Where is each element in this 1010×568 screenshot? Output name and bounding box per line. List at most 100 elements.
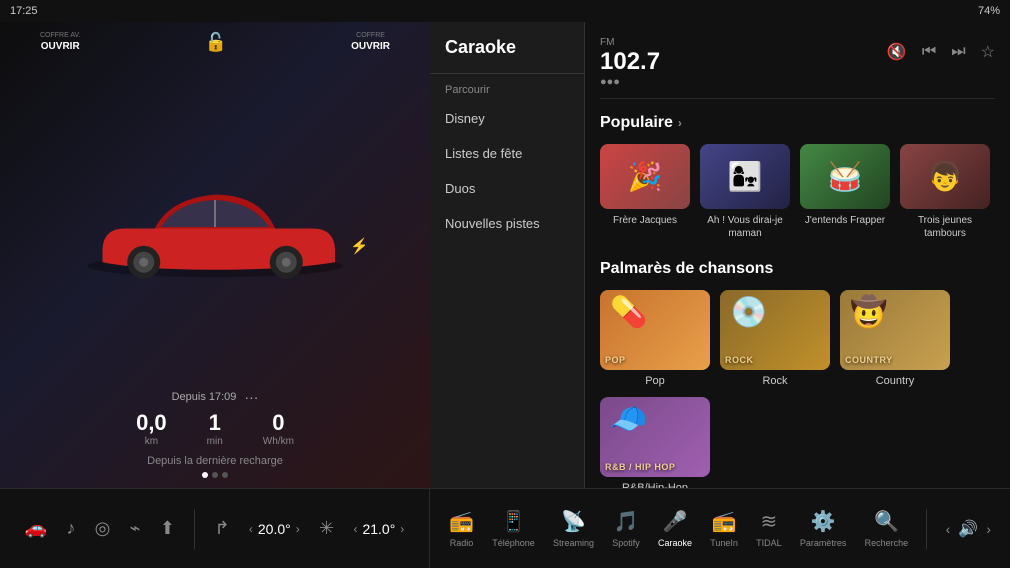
trunk-rear-label[interactable]: COFFRE OUVRIR (351, 32, 390, 53)
volume-controls: ‹ 🔊 › (946, 519, 991, 539)
thumb-img-4: 👦 (900, 144, 990, 209)
nav-parametres-label: Paramètres (800, 538, 847, 548)
nav-tidal[interactable]: ≋ TIDAL (756, 509, 782, 548)
vol-up-button[interactable]: › (986, 521, 991, 537)
depuis-label: Depuis 17:09 ··· (10, 389, 420, 405)
thumb-vous-dirai[interactable]: 👩‍👧 Ah ! Vous dirai-je maman (700, 144, 790, 240)
phone-mirror-button[interactable]: ⬆ (160, 518, 175, 539)
mute-button[interactable]: 🔇 (887, 42, 907, 62)
nav-telephone[interactable]: 📱 Téléphone (492, 509, 535, 548)
nav-spotify[interactable]: 🎵 Spotify (612, 509, 640, 548)
bottom-bar: 🚗 ♪ ◎ ⌁ ⬆ ↱ ‹ 20.0° › ✳ ‹ 21.0° (0, 488, 1010, 568)
genre-rnb[interactable]: 🧢 R&B / HIP HOP R&B/Hip-Hop (600, 397, 710, 488)
thumb-label-1: Frère Jacques (613, 214, 677, 227)
fm-header: FM 102.7 ●●● 🔇 ⏮ ⏭ ☆ (600, 37, 995, 99)
music-nav-button[interactable]: ♪ (66, 518, 75, 539)
temp-left-value: 20.0° (258, 521, 291, 537)
next-button[interactable]: ⏭ (951, 43, 965, 61)
genre-overlay-rnb: R&B / HIP HOP (605, 462, 675, 472)
favorite-button[interactable]: ☆ (981, 42, 995, 62)
thumb-img-1: 🎉 (600, 144, 690, 209)
wiper-button[interactable]: ⌁ (130, 518, 141, 539)
populaire-title: Populaire › (600, 114, 995, 132)
divider-2 (926, 509, 927, 549)
main-content: COFFRE AV. OUVRIR 🔓 COFFRE OUVRIR (0, 22, 1010, 488)
streaming-icon: 📡 (561, 509, 586, 534)
genre-overlay-rock: ROCK (725, 355, 754, 365)
genre-name-rock: Rock (720, 375, 830, 387)
car-nav-button[interactable]: 🚗 (25, 518, 47, 539)
nav-karaoke[interactable]: 🎤 Caraoke (658, 509, 692, 548)
fm-badge: FM (600, 37, 660, 48)
fm-frequency: 102.7 (600, 48, 660, 76)
progress-dot-2 (212, 472, 218, 478)
sidebar-item-fete[interactable]: Listes de fête (430, 136, 584, 171)
stat-km: 0,0 km (136, 410, 167, 447)
fan-icon[interactable]: ✳ (319, 518, 334, 539)
trunk-front-label[interactable]: COFFRE AV. OUVRIR (40, 32, 80, 53)
genre-rock[interactable]: 💿 ROCK Rock (720, 290, 830, 387)
temp-degree-right: ° (390, 521, 396, 537)
fm-signal: ●●● (600, 76, 660, 88)
palmares-title: Palmarès de chansons (600, 260, 995, 278)
battery-display: 74% (978, 5, 1000, 17)
nav-recherche-label: Recherche (865, 538, 909, 548)
nav-parametres[interactable]: ⚙️ Paramètres (800, 509, 847, 548)
stat-km-unit: km (145, 436, 158, 447)
nav-recherche[interactable]: 🔍 Recherche (865, 509, 909, 548)
stat-min: 1 min (207, 410, 223, 447)
fm-info: FM 102.7 ●●● (600, 37, 660, 88)
location-nav-button[interactable]: ◎ (95, 518, 111, 539)
location-icon: ◎ (95, 518, 111, 539)
thumb-silhouette-1: 🎉 (600, 144, 690, 209)
nav-karaoke-label: Caraoke (658, 538, 692, 548)
nav-streaming[interactable]: 📡 Streaming (553, 509, 594, 548)
sidebar-item-disney[interactable]: Disney (430, 101, 584, 136)
car-svg: ⚡ (65, 146, 365, 296)
temp-left-display: ‹ 20.0° › (249, 521, 300, 537)
stat-wh: 0 Wh/km (263, 410, 294, 447)
nav-tidal-label: TIDAL (756, 538, 782, 548)
car-icon: 🚗 (25, 518, 47, 539)
genre-img-pop: 💊 POP (600, 290, 710, 370)
rock-icon: 💿 (730, 295, 767, 330)
nav-tunein[interactable]: 📻 TuneIn (710, 509, 738, 548)
nav-streaming-label: Streaming (553, 538, 594, 548)
thumb-silhouette-2: 👩‍👧 (700, 144, 790, 209)
sidebar-item-duos[interactable]: Duos (430, 171, 584, 206)
nav-radio[interactable]: 📻 Radio (449, 509, 474, 548)
left-arrow[interactable]: ‹ (249, 522, 253, 536)
car-display: ⚡ (10, 53, 420, 389)
recharge-label: Depuis la dernière recharge (10, 455, 420, 467)
left-panel: COFFRE AV. OUVRIR 🔓 COFFRE OUVRIR (0, 22, 430, 488)
right-arrow[interactable]: › (400, 522, 404, 536)
thumb-img-2: 👩‍👧 (700, 144, 790, 209)
genre-img-country: 🤠 COUNTRY (840, 290, 950, 370)
radio-icon: 📻 (449, 509, 474, 534)
trunk-rear-sublabel: COFFRE (356, 32, 385, 39)
stat-wh-value: 0 (272, 410, 284, 436)
bottom-left-controls: 🚗 ♪ ◎ ⌁ ⬆ ↱ ‹ 20.0° › ✳ ‹ 21.0° (0, 489, 430, 568)
temp-right-display: ‹ 21.0° › (353, 521, 404, 537)
progress-dot-3 (222, 472, 228, 478)
thumb-trois-jeunes[interactable]: 👦 Trois jeunes tambours (900, 144, 990, 240)
right-panel: FM 102.7 ●●● 🔇 ⏮ ⏭ ☆ Populaire › 🎉 Frère… (585, 22, 1010, 488)
stats-section: Depuis 17:09 ··· 0,0 km 1 min 0 Wh/km De… (10, 389, 420, 478)
trunk-labels: COFFRE AV. OUVRIR 🔓 COFFRE OUVRIR (10, 32, 420, 53)
genre-img-rock: 💿 ROCK (720, 290, 830, 370)
music-icon: ♪ (66, 518, 75, 539)
right-arrow-left[interactable]: › (296, 522, 300, 536)
stat-wh-unit: Wh/km (263, 436, 294, 447)
temp-degree-left: ° (285, 521, 291, 537)
left-arrow-right[interactable]: ‹ (353, 522, 357, 536)
vol-down-button[interactable]: ‹ (946, 521, 951, 537)
thumb-frere-jacques[interactable]: 🎉 Frère Jacques (600, 144, 690, 240)
genre-overlay-country: COUNTRY (845, 355, 893, 365)
nav-tunein-label: TuneIn (710, 538, 738, 548)
more-options-button[interactable]: ··· (244, 389, 258, 405)
genre-country[interactable]: 🤠 COUNTRY Country (840, 290, 950, 387)
thumb-entends-frapper[interactable]: 🥁 J'entends Frapper (800, 144, 890, 240)
genre-pop[interactable]: 💊 POP Pop (600, 290, 710, 387)
sidebar-item-nouvelles[interactable]: Nouvelles pistes (430, 206, 584, 241)
prev-button[interactable]: ⏮ (922, 43, 936, 61)
